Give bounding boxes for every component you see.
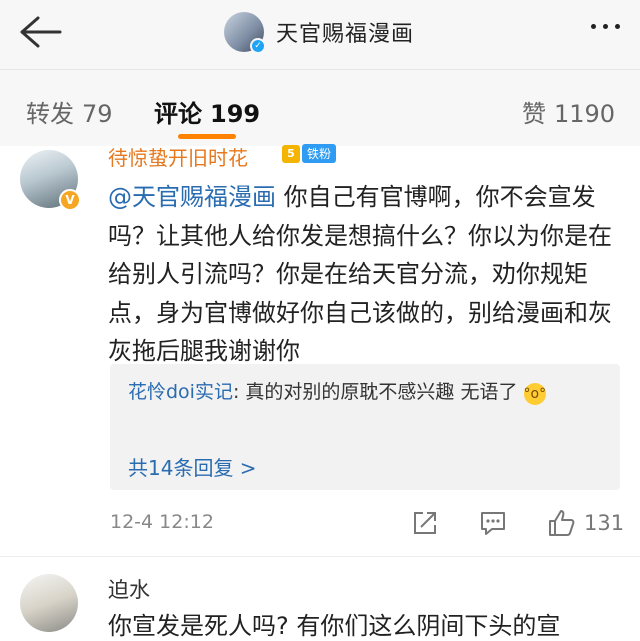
page-title: 天官赐福漫画	[276, 22, 415, 47]
like-count: 131	[584, 511, 625, 535]
comment-text: 你宣发是死人吗? 有你们这么阴间下头的宣	[108, 612, 561, 640]
comment-username[interactable]: 待惊蛰开旧时花	[108, 142, 248, 171]
avatar[interactable]: V	[20, 150, 81, 211]
tab-count: 79	[82, 100, 113, 128]
tab-label: 转发	[26, 100, 74, 128]
tab-label: 赞	[522, 100, 546, 128]
top-bar: ✓ 天官赐福漫画	[0, 0, 640, 70]
mention-link[interactable]: @天官赐福漫画	[108, 183, 276, 211]
tab-label: 评论	[154, 100, 202, 128]
verified-icon: V	[59, 189, 81, 211]
fan-badge[interactable]: 5 铁粉	[282, 144, 337, 163]
reply-preview[interactable]: 花怜doi实记: 真的对别的原耽不感兴趣 无语了 °o° 共14条回复 >	[110, 364, 620, 490]
crown-icon: 5	[282, 144, 300, 163]
emoji-icon: °o°	[523, 383, 546, 405]
account-title[interactable]: ✓ 天官赐福漫画	[224, 10, 414, 54]
tab-comments[interactable]: 评论 199	[154, 94, 260, 129]
account-avatar[interactable]: ✓	[224, 12, 266, 54]
comment-icon[interactable]	[478, 508, 508, 538]
tab-reposts[interactable]: 转发 79	[26, 94, 113, 129]
more-dots-icon[interactable]	[591, 24, 620, 29]
more-replies-link[interactable]: 共14条回复 >	[128, 452, 257, 481]
active-tab-indicator	[178, 134, 236, 139]
tab-likes[interactable]: 赞 1190	[522, 94, 615, 129]
fan-badge-label: 铁粉	[302, 144, 337, 163]
tab-count: 199	[210, 100, 261, 128]
reply-line: 花怜doi实记: 真的对别的原耽不感兴趣 无语了 °o°	[128, 381, 547, 405]
reply-username[interactable]: 花怜doi实记	[128, 381, 233, 403]
comment-text: @天官赐福漫画 你自己有官博啊，你不会宣发吗？让其他人给你发是想搞什么？你以为你…	[108, 178, 618, 371]
verified-icon: ✓	[250, 38, 266, 54]
like-button[interactable]: 131	[546, 508, 624, 538]
reply-text: 真的对别的原耽不感兴趣 无语了	[245, 381, 518, 403]
comment-item: V 待惊蛰开旧时花 5 铁粉 @天官赐福漫画 你自己有官博啊，你不会宣发吗？让其…	[0, 144, 640, 556]
comment-username[interactable]: 迫水	[108, 574, 150, 604]
tab-count: 1190	[554, 100, 616, 128]
tab-bar: 转发 79 评论 199 赞 1190	[0, 70, 640, 146]
comment-time: 12-4 12:12	[110, 511, 214, 533]
back-arrow-icon[interactable]	[16, 14, 64, 50]
avatar[interactable]	[20, 574, 78, 632]
like-icon	[549, 510, 575, 536]
divider	[0, 556, 640, 557]
share-icon[interactable]	[410, 508, 440, 538]
